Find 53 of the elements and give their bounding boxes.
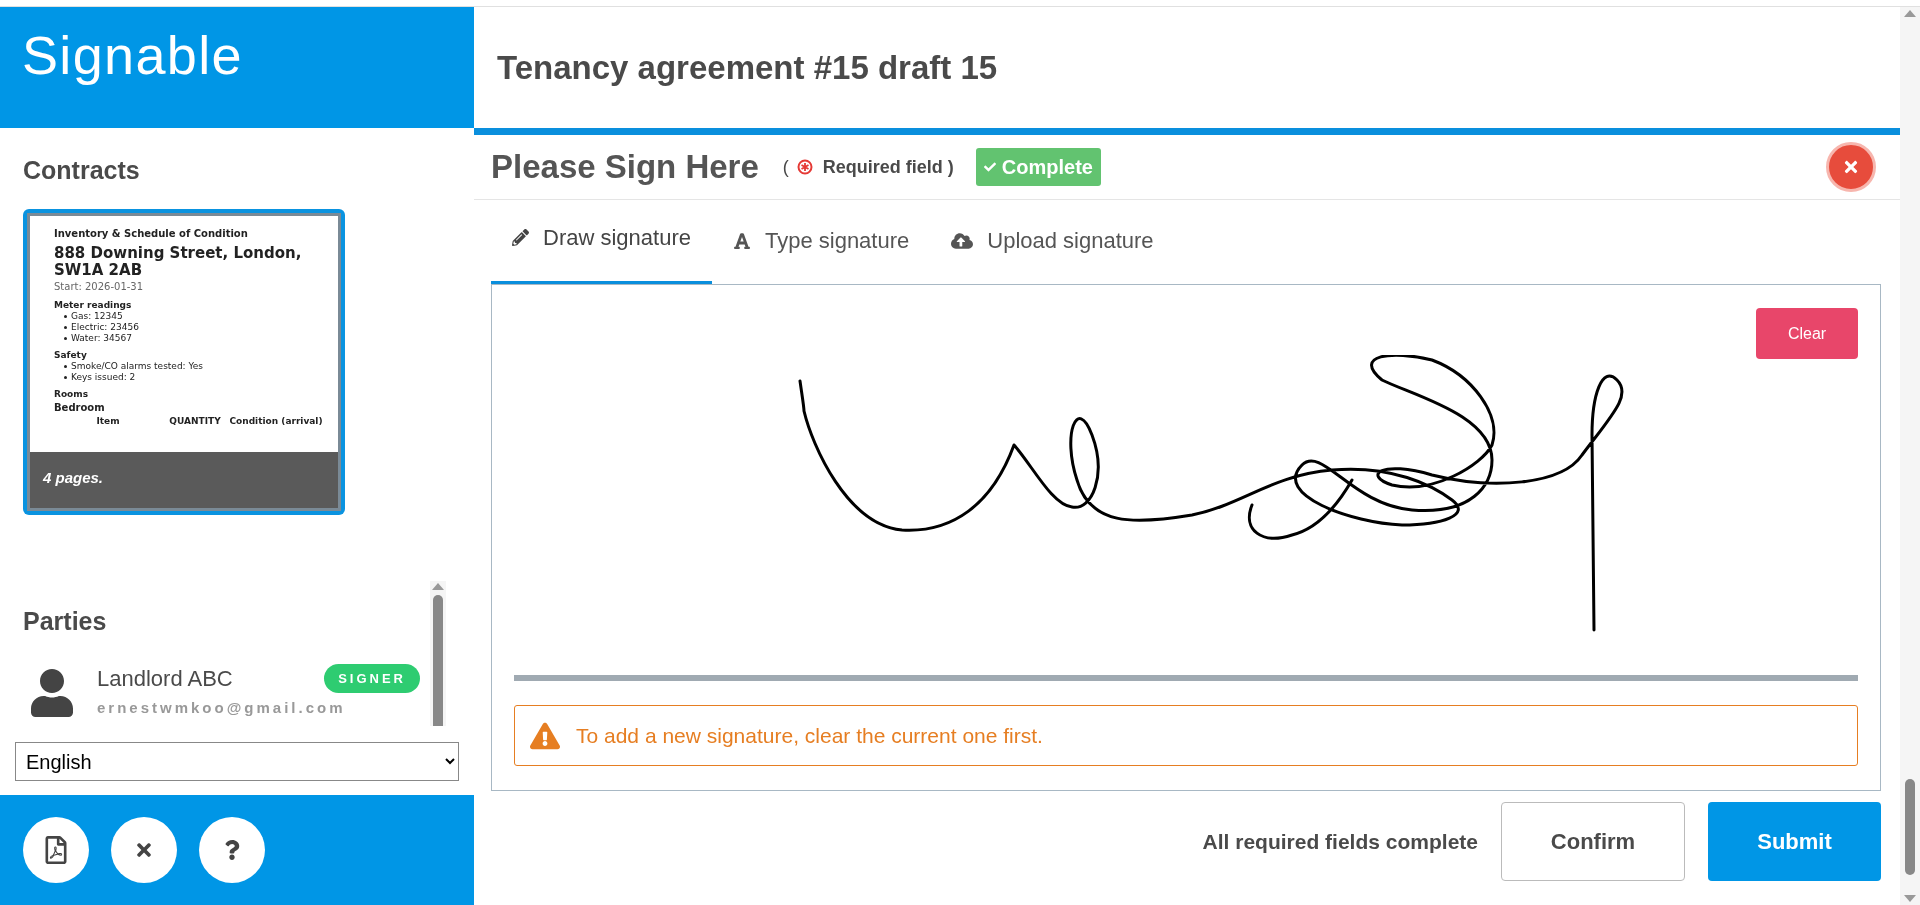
section-heading: Contracts	[23, 155, 141, 186]
close-icon	[134, 840, 154, 860]
section-heading: Rooms	[54, 388, 90, 400]
document-title: Inventory & Schedule of Condition	[54, 226, 249, 241]
signature-tab[interactable]: Upload signature	[930, 200, 1175, 284]
check-icon	[983, 161, 996, 173]
section-item: Smoke/CO alarms tested: Yes	[71, 360, 204, 372]
party-name: Landlord ABC	[97, 665, 233, 693]
bullet-icon	[64, 336, 67, 340]
section-item: Keys issued: 2	[71, 371, 136, 383]
clear-button[interactable]: Clear	[1756, 308, 1858, 359]
signature-tab[interactable]: Type signature	[711, 200, 931, 284]
pdf-icon	[44, 836, 68, 864]
warning-icon	[530, 721, 560, 750]
status-text: All required fields complete	[1202, 828, 1478, 855]
document-title: Tenancy agreement #15 draft 15	[497, 47, 998, 88]
page-count: 4 pages.	[43, 468, 104, 488]
status-badge: Complete	[975, 148, 1101, 186]
scrollbar[interactable]	[1900, 7, 1920, 905]
bullet-icon	[64, 325, 67, 329]
field-heading: Please Sign Here	[491, 147, 759, 188]
confirm-button[interactable]: Confirm	[1501, 802, 1685, 881]
room-heading: Bedroom	[54, 401, 106, 414]
language-select[interactable]: English	[15, 742, 459, 781]
signature-canvas[interactable]: Clear To add a new signature, clear the current one first.	[491, 284, 1881, 791]
column-header: QUANTITY	[168, 415, 222, 427]
column-header: Item	[95, 415, 121, 427]
section-heading: Meter readings	[54, 299, 133, 311]
help-icon	[224, 840, 240, 860]
pencil-icon	[512, 229, 529, 246]
section-item: Gas: 12345	[71, 310, 123, 322]
bullet-icon	[64, 364, 67, 368]
close-icon	[1842, 158, 1860, 176]
person-icon	[31, 668, 73, 718]
letter-icon	[732, 231, 751, 250]
role-badge: SIGNER	[324, 663, 420, 694]
signature-tab[interactable]: Draw signature	[491, 200, 712, 284]
required-icon	[796, 159, 813, 175]
section-heading: Parties	[23, 605, 108, 637]
column-header: Condition (arrival)	[228, 415, 324, 427]
party-email: ernestwmkoo@gmail.com	[97, 698, 347, 718]
section-heading: Safety	[54, 349, 88, 361]
section-item: Water: 34567	[71, 332, 132, 344]
required-note-prefix: (	[782, 155, 789, 179]
section-item: Electric: 23456	[71, 321, 139, 333]
document-address: 888 Downing Street, London, SW1A 2AB	[54, 244, 303, 279]
bullet-icon	[64, 375, 67, 379]
close-button[interactable]	[1826, 142, 1876, 192]
scrollbar[interactable]	[430, 580, 446, 726]
required-note: Required field )	[822, 155, 954, 179]
bullet-icon	[64, 314, 67, 318]
warning-text: To add a new signature, clear the current one first.	[576, 722, 1043, 749]
document-start-date: Start: 2026-01-31	[54, 279, 145, 294]
